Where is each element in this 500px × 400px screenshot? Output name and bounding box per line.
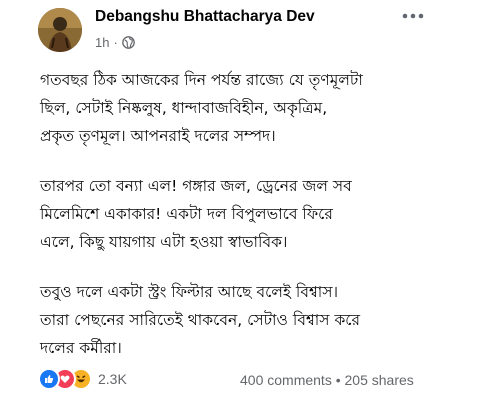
like-icon [38, 368, 60, 390]
post-paragraph: গতবছর ঠিক আজকের দিন পর্যন্ত রাজ্যে যে তৃ… [40, 71, 363, 145]
stats-separator: • [335, 372, 341, 388]
avatar[interactable] [38, 8, 82, 52]
post-header: Debangshu Bhattacharya Dev 1h · [0, 0, 500, 60]
post-paragraph: তারপর তো বন্যা এল! গঙ্গার জল, ড্রেনের জল… [40, 177, 352, 251]
engagement-stats: 400 comments • 205 shares [240, 372, 414, 388]
comments-link[interactable]: 400 comments [240, 372, 332, 388]
author-name[interactable]: Debangshu Bhattacharya Dev [95, 8, 315, 26]
shares-link[interactable]: 205 shares [345, 372, 414, 388]
meta-separator: · [113, 34, 118, 50]
post-time[interactable]: 1h [95, 35, 109, 50]
post-body: গতবছর ঠিক আজকের দিন পর্যন্ত রাজ্যে যে তৃ… [40, 66, 470, 384]
reaction-count: 2.3K [98, 371, 127, 387]
globe-icon[interactable] [121, 35, 135, 49]
post-meta: 1h · [95, 33, 135, 51]
more-options-icon[interactable] [396, 6, 430, 26]
avatar-image [38, 8, 82, 52]
post-paragraph: তবুও দলে একটা স্ট্রং ফিল্টার আছে বলেই বি… [40, 283, 361, 357]
reactions-summary[interactable]: 2.3K [38, 368, 127, 390]
